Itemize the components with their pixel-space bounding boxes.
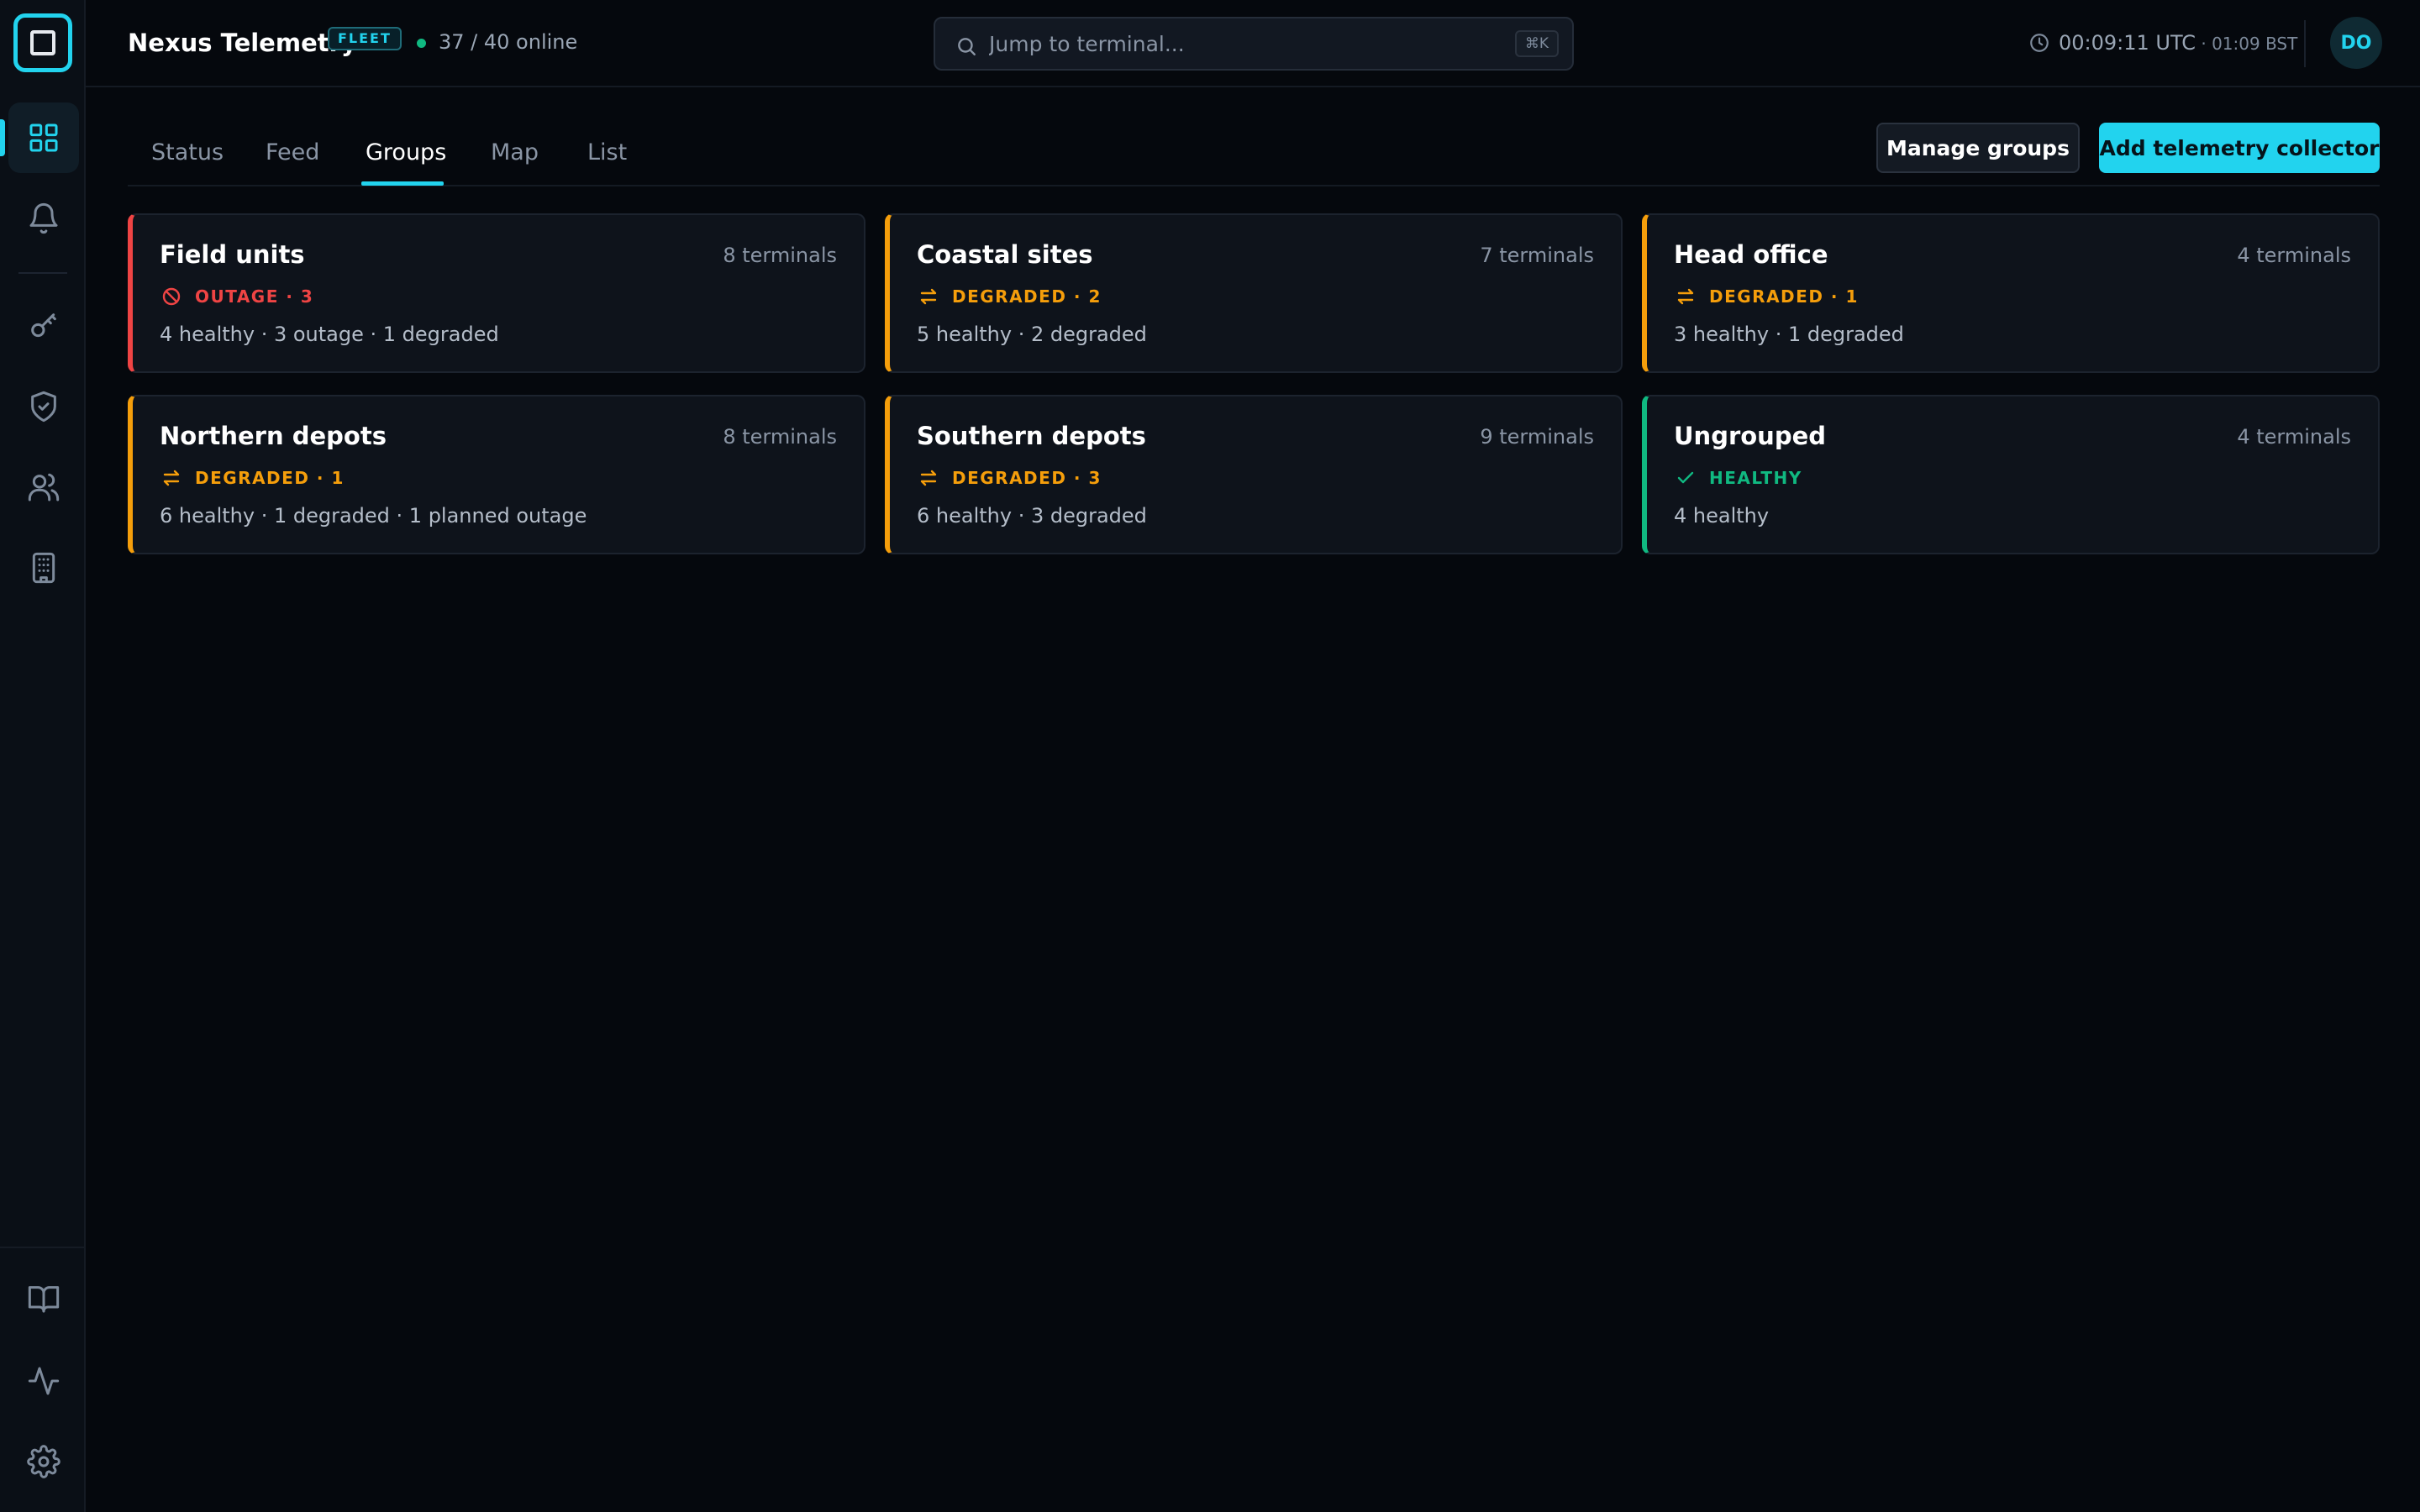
group-card-southern-depots[interactable]: Southern depots 9 terminals DEGRADED · 3…	[885, 395, 1623, 554]
group-status: OUTAGE · 3	[161, 284, 313, 309]
book-icon	[28, 1286, 60, 1313]
header-divider	[2304, 20, 2306, 67]
group-status: DEGRADED · 2	[918, 284, 1102, 309]
sidebar-item-activity[interactable]	[8, 1346, 79, 1416]
tab-status[interactable]: Status	[151, 139, 224, 181]
app-logo[interactable]	[13, 13, 72, 72]
sidebar-item-security[interactable]	[8, 371, 79, 442]
swap-arrows-icon	[163, 470, 180, 486]
sidebar-item-users[interactable]	[8, 452, 79, 522]
sidebar-item-keys[interactable]	[8, 291, 79, 361]
tab-map[interactable]: Map	[491, 139, 539, 181]
group-card-field-units[interactable]: Field units 8 terminals OUTAGE · 3 4 hea…	[128, 213, 865, 373]
tab-list[interactable]: List	[587, 139, 627, 181]
users-icon	[28, 473, 60, 501]
online-status-dot	[417, 39, 426, 48]
clock-readout: 00:09:11 UTC · 01:09 BST	[2059, 31, 2297, 55]
group-terminal-count: 4 terminals	[2237, 244, 2351, 267]
group-status: HEALTHY	[1676, 465, 1802, 491]
swap-arrows-icon	[1677, 288, 1694, 305]
user-avatar[interactable]: DO	[2330, 17, 2382, 69]
sidebar-item-docs[interactable]	[8, 1263, 79, 1334]
online-status-text: 37 / 40 online	[439, 30, 578, 54]
sidebar-item-settings[interactable]	[8, 1426, 79, 1497]
group-title: Head office	[1674, 240, 1828, 269]
sidebar	[0, 0, 86, 1512]
search-shortcut-hint: ⌘K	[1514, 30, 1559, 57]
building-icon	[32, 552, 55, 584]
terminal-search[interactable]: ⌘K	[934, 17, 1574, 71]
group-summary: 6 healthy · 3 degraded	[917, 504, 1147, 528]
status-label: DEGRADED · 2	[952, 286, 1102, 307]
group-title: Northern depots	[160, 422, 387, 450]
group-terminal-count: 4 terminals	[2237, 425, 2351, 449]
active-indicator	[0, 119, 5, 156]
group-terminal-count: 9 terminals	[1480, 425, 1594, 449]
clock-utc: 00:09:11 UTC	[2059, 31, 2196, 55]
top-header: Nexus Telemetry FLEET 37 / 40 online ⌘K …	[86, 0, 2420, 87]
app-title: Nexus Telemetry	[128, 29, 357, 57]
add-telemetry-collector-button[interactable]: Add telemetry collector	[2099, 123, 2380, 173]
shield-icon	[31, 391, 56, 423]
group-status: DEGRADED · 3	[918, 465, 1102, 491]
status-label: HEALTHY	[1709, 468, 1802, 488]
group-title: Ungrouped	[1674, 422, 1827, 450]
group-title: Southern depots	[917, 422, 1146, 450]
sidebar-item-sites[interactable]	[8, 533, 79, 603]
search-icon	[958, 38, 976, 55]
status-label: DEGRADED · 1	[195, 468, 345, 488]
manage-groups-button[interactable]: Manage groups	[1876, 123, 2080, 173]
group-card-ungrouped[interactable]: Ungrouped 4 terminals HEALTHY 4 healthy	[1642, 395, 2380, 554]
group-summary: 3 healthy · 1 degraded	[1674, 323, 1904, 346]
sidebar-divider	[18, 272, 67, 274]
group-title: Field units	[160, 240, 305, 269]
status-label: OUTAGE · 3	[195, 286, 314, 307]
active-tab-indicator	[361, 181, 444, 186]
group-summary: 5 healthy · 2 degraded	[917, 323, 1147, 346]
key-icon	[31, 313, 56, 338]
group-summary: 6 healthy · 1 degraded · 1 planned outag…	[160, 504, 587, 528]
ban-icon	[162, 287, 181, 306]
clock-local: · 01:09 BST	[2196, 34, 2298, 54]
activity-icon	[28, 1367, 60, 1395]
dashboard-icon	[29, 123, 58, 152]
group-title: Coastal sites	[917, 240, 1093, 269]
sidebar-item-alerts[interactable]	[8, 183, 79, 254]
gear-icon	[27, 1445, 60, 1478]
bell-icon	[29, 202, 58, 234]
group-card-northern-depots[interactable]: Northern depots 8 terminals DEGRADED · 1…	[128, 395, 865, 554]
group-status: DEGRADED · 1	[1676, 284, 1859, 309]
check-icon	[1677, 471, 1694, 484]
swap-arrows-icon	[920, 470, 937, 486]
group-card-coastal-sites[interactable]: Coastal sites 7 terminals DEGRADED · 2 5…	[885, 213, 1623, 373]
group-terminal-count: 8 terminals	[723, 425, 837, 449]
search-input[interactable]	[989, 27, 1460, 60]
status-label: DEGRADED · 1	[1709, 286, 1859, 307]
clock-icon	[2030, 34, 2049, 52]
sidebar-item-dashboard[interactable]	[8, 102, 79, 173]
app-root: Nexus Telemetry FLEET 37 / 40 online ⌘K …	[0, 0, 2420, 1512]
group-terminal-count: 8 terminals	[723, 244, 837, 267]
group-status: DEGRADED · 1	[161, 465, 345, 491]
group-card-head-office[interactable]: Head office 4 terminals DEGRADED · 1 3 h…	[1642, 213, 2380, 373]
tab-feed[interactable]: Feed	[266, 139, 319, 181]
tab-groups[interactable]: Groups	[366, 139, 446, 181]
sidebar-bottom-divider	[0, 1247, 86, 1248]
group-summary: 4 healthy	[1674, 504, 1770, 528]
swap-arrows-icon	[920, 288, 937, 305]
status-label: DEGRADED · 3	[952, 468, 1102, 488]
fleet-badge: FLEET	[328, 27, 402, 50]
group-terminal-count: 7 terminals	[1480, 244, 1594, 267]
group-summary: 4 healthy · 3 outage · 1 degraded	[160, 323, 499, 346]
